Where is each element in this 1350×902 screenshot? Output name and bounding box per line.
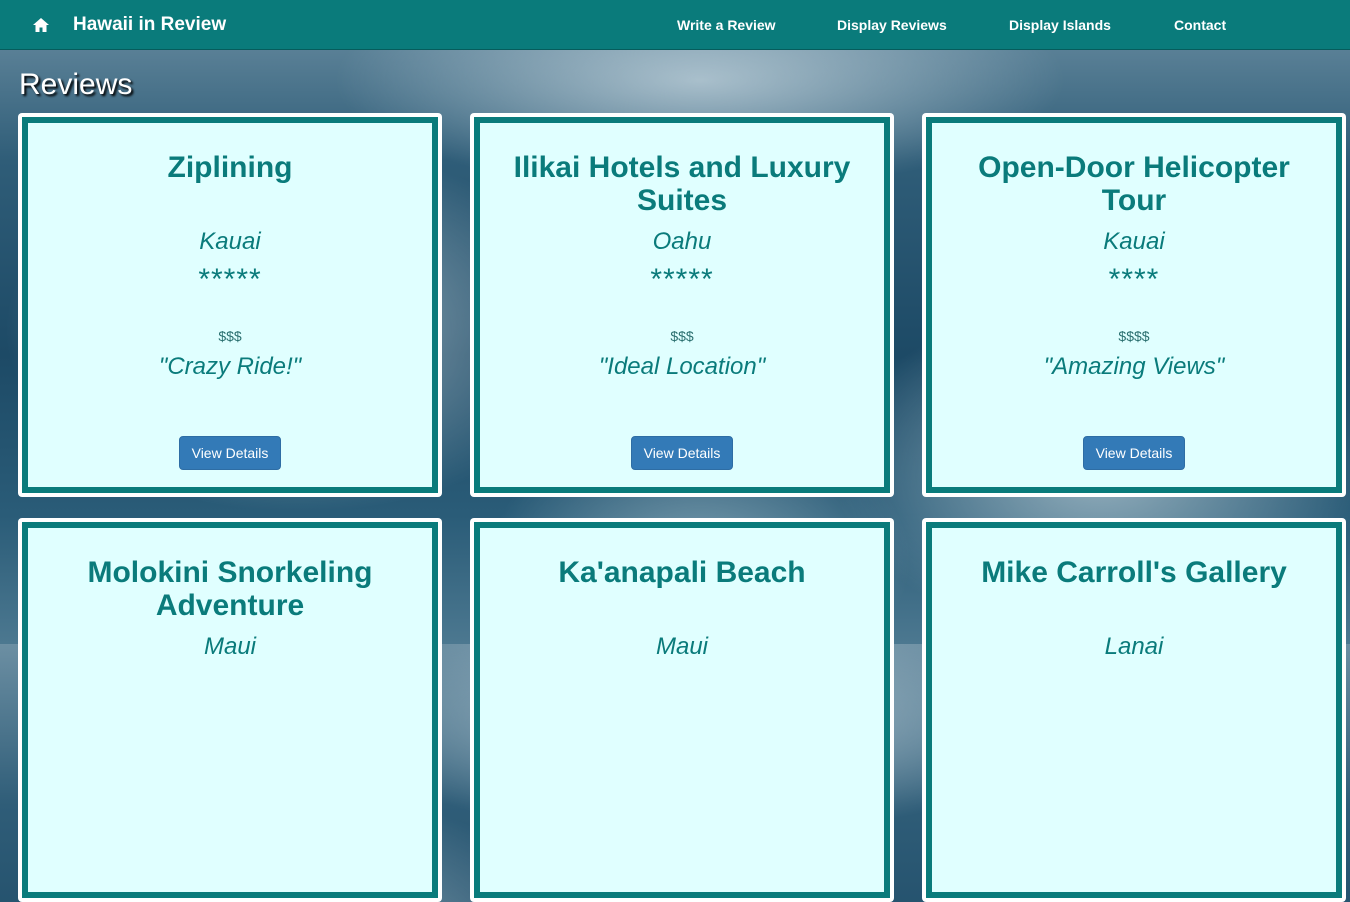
review-title: Ka'anapali Beach [558,556,806,589]
review-card: Ilikai Hotels and Luxury Suites Oahu ***… [470,113,894,497]
review-island: Kauai [1103,228,1165,255]
nav-display-islands[interactable]: Display Islands [1009,0,1111,50]
review-card: Ka'anapali Beach Maui [470,518,894,902]
review-rating: **** [1108,263,1160,296]
view-details-button[interactable]: View Details [631,436,733,470]
review-card-inner: Ka'anapali Beach Maui [474,522,890,898]
review-card: Molokini Snorkeling Adventure Maui [18,518,442,902]
review-title: Mike Carroll's Gallery [981,556,1287,589]
nav-write-review[interactable]: Write a Review [677,0,776,50]
review-quote: "Ideal Location" [598,353,766,380]
review-card: Mike Carroll's Gallery Lanai [922,518,1346,902]
review-quote: "Amazing Views" [1043,353,1225,380]
page-title: Reviews [19,68,133,101]
nav-contact[interactable]: Contact [1174,0,1226,50]
review-title: Ilikai Hotels and Luxury Suites [513,151,851,217]
review-title: Open-Door Helicopter Tour [978,151,1290,217]
review-island: Maui [655,633,709,660]
brand-link[interactable]: Hawaii in Review [73,0,226,50]
review-island: Kauai [199,228,261,255]
review-card-inner: Molokini Snorkeling Adventure Maui [22,522,438,898]
view-details-button[interactable]: View Details [1083,436,1185,470]
review-price: $$$ [670,328,694,344]
review-card-inner: Open-Door Helicopter Tour Kauai **** $$$… [926,117,1342,493]
review-price: $$$$ [1118,328,1150,344]
review-island: Lanai [1104,633,1164,660]
review-title: Molokini Snorkeling Adventure [87,556,373,622]
review-card: Ziplining Kauai ***** $$$ "Crazy Ride!" … [18,113,442,497]
review-rating: ***** [198,263,262,296]
review-price: $$$ [218,328,242,344]
review-card: Open-Door Helicopter Tour Kauai **** $$$… [922,113,1346,497]
navbar: Hawaii in Review Write a Review Display … [0,0,1350,50]
review-card-inner: Ilikai Hotels and Luxury Suites Oahu ***… [474,117,890,493]
review-card-inner: Mike Carroll's Gallery Lanai [926,522,1342,898]
view-details-button[interactable]: View Details [179,436,281,470]
review-rating: ***** [650,263,714,296]
home-icon[interactable] [31,15,51,35]
review-card-inner: Ziplining Kauai ***** $$$ "Crazy Ride!" … [22,117,438,493]
review-quote: "Crazy Ride!" [158,353,302,380]
review-island: Maui [203,633,257,660]
review-title: Ziplining [167,151,293,184]
review-island: Oahu [652,228,712,255]
nav-display-reviews[interactable]: Display Reviews [837,0,947,50]
